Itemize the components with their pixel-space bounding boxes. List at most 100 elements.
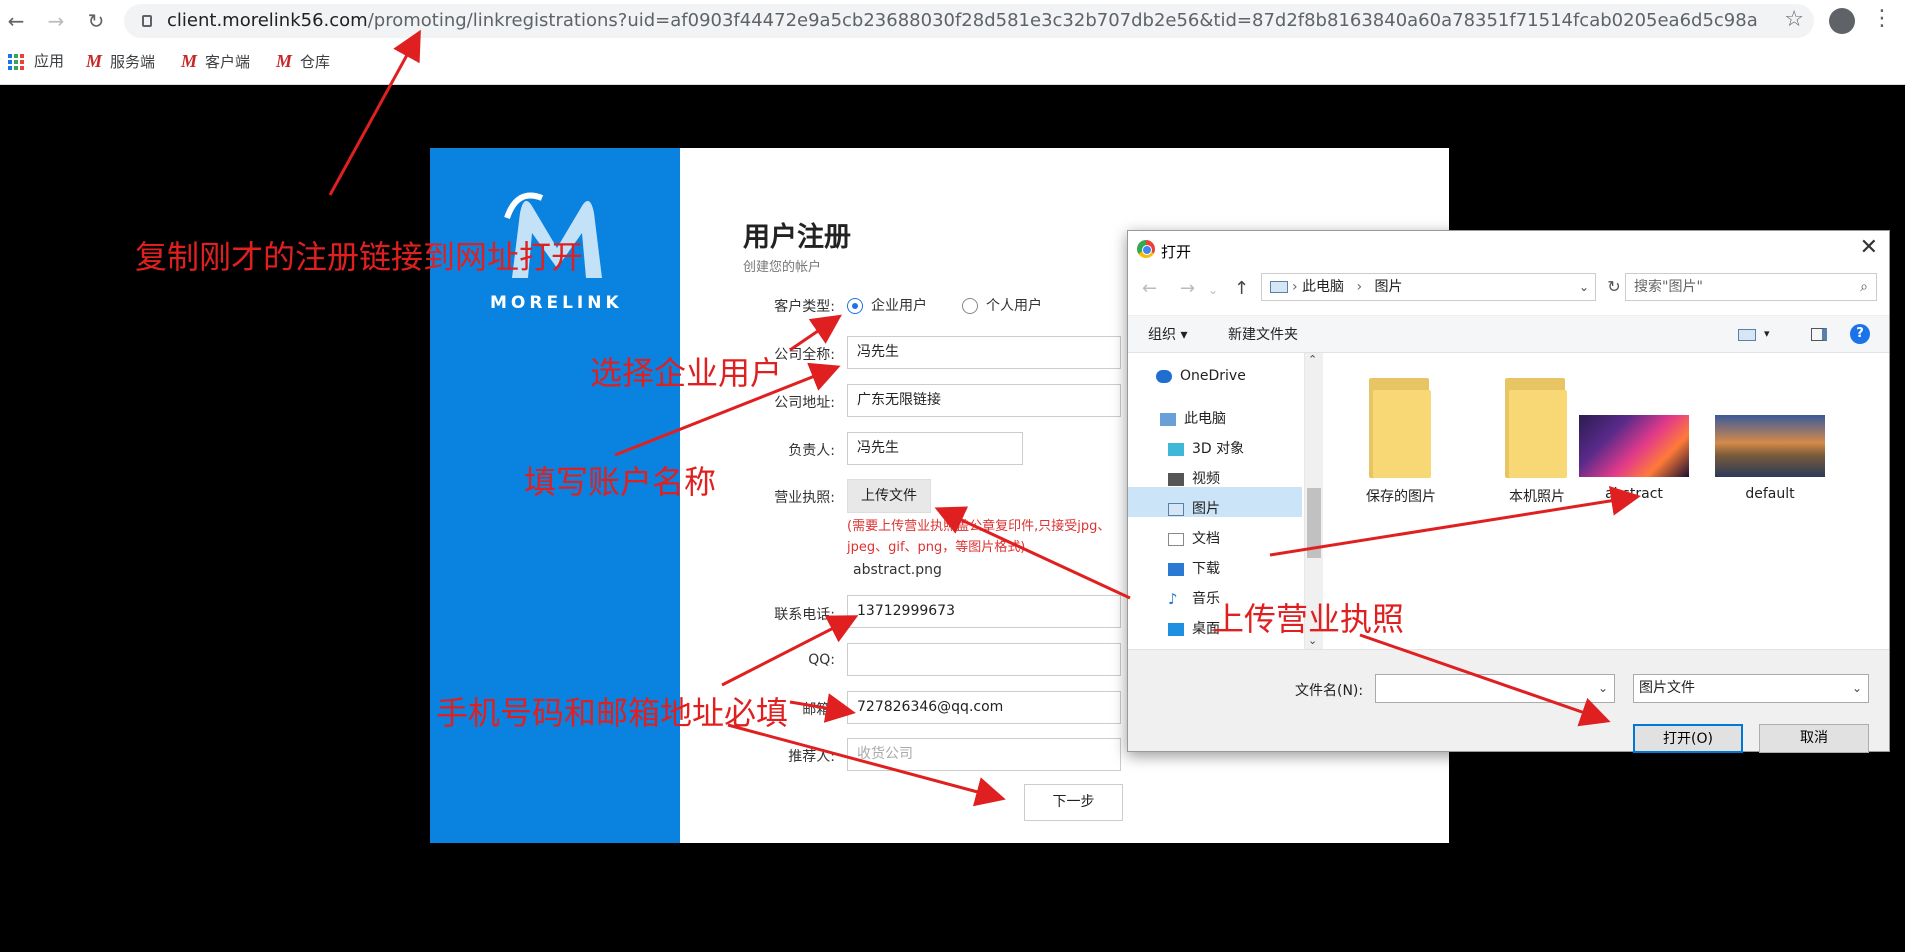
chevron-down-icon[interactable]: ▾ [1764, 327, 1770, 340]
dialog-toolbar: 组织 ▾ 新建文件夹 ▾ ? [1128, 315, 1889, 353]
file-label[interactable]: abstract [1574, 486, 1694, 502]
chevron-up-icon[interactable]: ⌃ [1308, 353, 1317, 366]
preview-pane-icon[interactable] [1811, 328, 1827, 341]
cancel-button[interactable]: 取消 [1759, 724, 1869, 753]
document-icon [1168, 532, 1184, 546]
radio-personal[interactable]: 个人用户 [962, 295, 1042, 315]
dialog-search-input[interactable]: 搜索"图片" ⌕ [1625, 273, 1877, 301]
annotation-fill-account: 填写账户名称 [524, 463, 717, 501]
tree-label: 下载 [1192, 561, 1220, 577]
email-input[interactable]: 727826346@qq.com [847, 691, 1121, 724]
tree-label: 此电脑 [1184, 411, 1226, 427]
company-address-input[interactable]: 广东无限链接 [847, 384, 1121, 417]
annotation-upload-license: 上传营业执照 [1212, 600, 1405, 638]
forward-icon[interactable]: → [45, 10, 67, 32]
radio-label: 企业用户 [871, 298, 927, 314]
dialog-forward-icon[interactable]: → [1180, 278, 1195, 299]
path-pictures[interactable]: 图片 [1375, 279, 1403, 295]
bookmark-label: 服务端 [110, 53, 156, 71]
new-folder-button[interactable]: 新建文件夹 [1228, 324, 1298, 344]
bookmark-warehouse[interactable]: M 仓库 [276, 50, 330, 72]
back-icon[interactable]: ← [5, 10, 27, 32]
customer-type-label: 客户类型: [774, 299, 835, 315]
bookmark-apps[interactable]: 应用 [8, 50, 64, 72]
recent-dropdown-icon[interactable]: ⌄ [1208, 283, 1218, 297]
chevron-down-icon[interactable]: ⌄ [1579, 274, 1589, 300]
phone-input[interactable]: 13712999673 [847, 595, 1121, 628]
tree-item-videos[interactable]: 视频 [1168, 468, 1220, 488]
tree-item-onedrive[interactable]: OneDrive [1156, 368, 1246, 384]
path-separator: › [1356, 279, 1363, 295]
pictures-icon [1270, 281, 1288, 293]
qq-label: QQ: [808, 652, 835, 668]
search-icon: ⌕ [1860, 279, 1868, 295]
morelink-icon: M [276, 51, 293, 71]
reload-icon[interactable]: ↻ [85, 10, 107, 32]
qq-input[interactable] [847, 643, 1121, 676]
image-thumbnail[interactable] [1579, 415, 1689, 477]
annotation-phone-email-required: 手机号码和邮箱地址必填 [436, 694, 789, 732]
image-thumbnail[interactable] [1715, 415, 1825, 477]
form-subtitle: 创建您的帐户 [743, 260, 822, 275]
annotation-copy-link: 复制刚才的注册链接到网址打开 [135, 238, 584, 276]
close-icon[interactable]: ✕ [1860, 235, 1878, 260]
folder-icon[interactable] [1369, 378, 1434, 478]
filename-input[interactable]: ⌄ [1375, 674, 1615, 703]
filetype-select[interactable]: 图片文件 ⌄ [1633, 674, 1869, 703]
organize-menu[interactable]: 组织 ▾ [1148, 324, 1187, 344]
refresh-icon[interactable]: ↻ [1602, 273, 1626, 301]
bookmark-label: 客户端 [205, 53, 251, 71]
bookmark-client[interactable]: M 客户端 [181, 50, 250, 72]
radio-unchecked-icon [962, 298, 978, 314]
url-path: /promoting/linkregistrations?uid=af0903f… [367, 10, 1757, 31]
download-icon [1168, 562, 1184, 576]
form-title: 用户注册 [743, 222, 851, 253]
filename-label: 文件名(N): [1295, 683, 1364, 699]
tree-item-3d-objects[interactable]: 3D 对象 [1168, 438, 1244, 458]
tree-item-this-pc[interactable]: 此电脑 [1160, 408, 1226, 428]
license-label: 营业执照: [774, 490, 835, 506]
brand-name: MORELINK [490, 293, 623, 313]
address-bar[interactable]: client.morelink56.com/promoting/linkregi… [124, 4, 1814, 38]
bookmark-star-icon[interactable]: ☆ [1784, 7, 1804, 32]
dialog-address-bar[interactable]: › 此电脑 › 图片 ⌄ [1261, 273, 1596, 301]
chevron-down-icon[interactable]: ⌄ [1598, 675, 1608, 702]
account-avatar-icon[interactable] [1829, 8, 1855, 34]
radio-enterprise[interactable]: 企业用户 [847, 295, 927, 315]
open-button[interactable]: 打开(O) [1633, 724, 1743, 753]
pictures-icon [1168, 502, 1184, 516]
upload-file-button[interactable]: 上传文件 [847, 479, 931, 513]
referrer-input[interactable]: 收货公司 [847, 738, 1121, 771]
cloud-icon [1156, 369, 1172, 383]
morelink-icon: M [86, 51, 103, 71]
tree-item-downloads[interactable]: 下载 [1168, 558, 1220, 578]
contact-person-input[interactable]: 冯先生 [847, 432, 1023, 465]
filetype-value: 图片文件 [1639, 680, 1695, 696]
tree-label: 文档 [1192, 531, 1220, 547]
bookmark-label: 应用 [34, 52, 65, 70]
radio-label: 个人用户 [986, 298, 1042, 314]
tree-item-pictures[interactable]: 图片 [1168, 498, 1220, 518]
tree-item-documents[interactable]: 文档 [1168, 528, 1220, 548]
dialog-back-icon[interactable]: ← [1142, 278, 1157, 299]
next-button[interactable]: 下一步 [1024, 784, 1123, 821]
upload-note: (需要上传营业执照盖公章复印件,只接受jpg、jpeg、gif、png，等图片格… [847, 519, 1111, 555]
company-name-input[interactable]: 冯先生 [847, 336, 1121, 369]
file-list: 保存的图片 本机照片 abstract default [1323, 353, 1889, 649]
view-options-icon[interactable] [1738, 329, 1756, 341]
file-label[interactable]: default [1710, 486, 1830, 502]
up-icon[interactable]: ↑ [1234, 278, 1249, 299]
scrollbar-thumb[interactable] [1307, 488, 1321, 558]
chrome-icon [1137, 240, 1155, 258]
referrer-label: 推荐人: [788, 749, 835, 765]
video-icon [1168, 472, 1184, 486]
help-icon[interactable]: ? [1850, 324, 1870, 344]
browser-menu-icon[interactable]: ⋮ [1871, 6, 1893, 31]
path-this-pc[interactable]: 此电脑 [1302, 279, 1344, 295]
file-label[interactable]: 保存的图片 [1341, 486, 1461, 506]
search-placeholder: 搜索"图片" [1634, 279, 1703, 295]
bookmark-server[interactable]: M 服务端 [86, 50, 155, 72]
url-text[interactable]: client.morelink56.com/promoting/linkregi… [167, 4, 1757, 38]
folder-icon[interactable] [1505, 378, 1570, 478]
contact-person-label: 负责人: [788, 443, 835, 459]
